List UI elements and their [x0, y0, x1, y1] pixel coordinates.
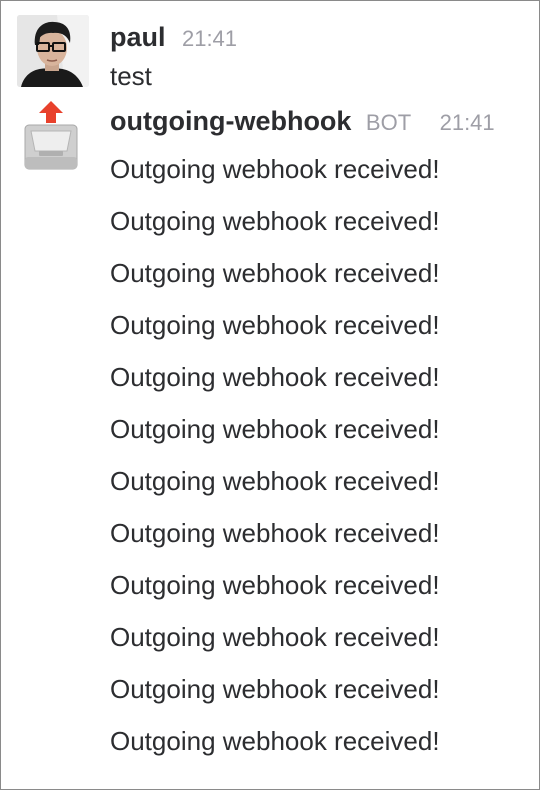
- message-text: Outgoing webhook received!: [110, 310, 440, 340]
- message-text: test: [110, 61, 152, 91]
- message-text: Outgoing webhook received!: [110, 622, 440, 652]
- message-text: Outgoing webhook received!: [110, 466, 440, 496]
- message-lines: Outgoing webhook received! Outgoing webh…: [110, 143, 529, 767]
- user-avatar-icon: [17, 15, 89, 87]
- message-text: Outgoing webhook received!: [110, 518, 440, 548]
- message-header: paul 21:41: [110, 15, 529, 59]
- message-timestamp[interactable]: 21:41: [182, 26, 237, 51]
- message-text: Outgoing webhook received!: [110, 362, 440, 392]
- bot-badge: BOT: [365, 110, 412, 135]
- message-header: outgoing-webhook BOT 21:41: [110, 99, 529, 143]
- message-text: Outgoing webhook received!: [110, 570, 440, 600]
- message-timestamp[interactable]: 21:41: [440, 110, 495, 135]
- outbox-tray-icon: [24, 101, 78, 170]
- message-text: Outgoing webhook received!: [110, 674, 440, 704]
- author-name[interactable]: outgoing-webhook: [110, 106, 351, 136]
- message-text: Outgoing webhook received!: [110, 258, 440, 288]
- message-text: Outgoing webhook received!: [110, 414, 440, 444]
- message-pane: paul 21:41 test outgoing-webhook BOT 21:…: [0, 0, 540, 790]
- paul-avatar[interactable]: [17, 15, 89, 87]
- message-text: Outgoing webhook received!: [110, 154, 440, 184]
- message-text: Outgoing webhook received!: [110, 726, 440, 756]
- message-content: paul 21:41 test: [110, 15, 529, 93]
- message-content: outgoing-webhook BOT 21:41 Outgoing webh…: [110, 99, 529, 767]
- message-text: Outgoing webhook received!: [110, 206, 440, 236]
- author-name[interactable]: paul: [110, 22, 166, 52]
- bot-avatar[interactable]: [19, 99, 83, 171]
